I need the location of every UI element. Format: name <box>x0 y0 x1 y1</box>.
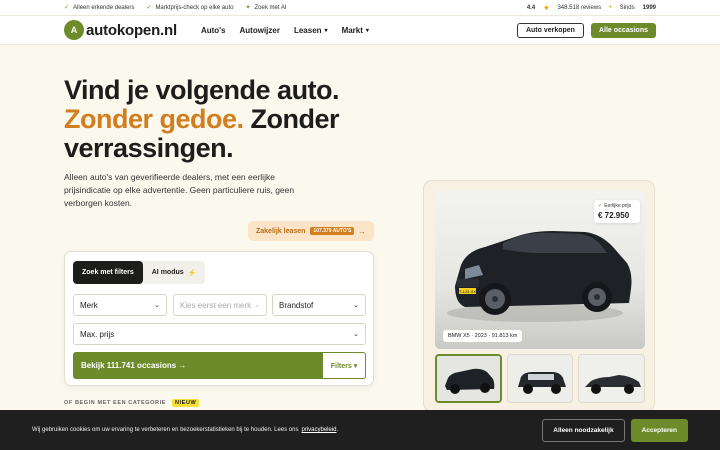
rating-value: 4.4 <box>526 4 536 11</box>
chevron-down-icon: ⌄ <box>154 302 160 309</box>
hero-title: Vind je volgende auto. Zonder gedoe. Zon… <box>64 75 340 163</box>
chevron-down-icon: ▾ <box>324 27 328 34</box>
check-icon: ✓ <box>146 5 152 11</box>
star-icon: ★ <box>543 4 550 12</box>
car-caption: BMW X5 · 2023 · 91.813 km <box>443 330 523 342</box>
usp-item: ✦ Zoek met AI <box>245 4 287 12</box>
usp-item: ✓ Marktprijs-check op elke auto <box>146 4 234 12</box>
cookie-text: Wij gebruiken cookies om uw ervaring te … <box>32 427 299 433</box>
filters-button[interactable]: Filters ▾ <box>322 352 366 379</box>
brand-select[interactable]: Merk ⌄ <box>73 294 167 316</box>
featured-car-card: T-123-XX ✓ Eerlijke prijs € 72.950 BMW X5… <box>423 180 655 412</box>
check-icon: ✓ <box>64 5 70 11</box>
logo-text: autokopen.nl <box>86 21 177 39</box>
main-nav: Auto's Autowijzer Leasen ▾ Markt ▾ <box>201 26 369 35</box>
tab-ai-mode[interactable]: AI modus ⚡ <box>143 261 206 284</box>
search-mode-tabs: Zoek met filters AI modus ⚡ <box>73 261 206 284</box>
main-header: A autokopen.nl Auto's Autowijzer Leasen ▾… <box>0 16 720 45</box>
search-card: Zoek met filters AI modus ⚡ Merk ⌄ Kies ee… <box>64 251 374 386</box>
accept-cookies-button[interactable]: Accepteren <box>630 418 688 442</box>
check-icon: ✓ <box>598 203 603 209</box>
thumbnail-mini[interactable] <box>506 354 574 403</box>
arrow-right-icon: → <box>358 226 366 236</box>
nav-item-autowijzer[interactable]: Autowijzer <box>240 26 280 35</box>
thumbnail-image <box>507 355 573 402</box>
rating-summary: 4.4 ★ 348.518 reviews • Sinds 1999 <box>527 4 656 12</box>
hero-subtitle: Alleen auto's van geverifieerde dealers,… <box>64 172 295 208</box>
nav-item-markt[interactable]: Markt ▾ <box>342 26 369 35</box>
sell-car-button[interactable]: Auto verkopen <box>516 22 584 38</box>
fair-price-badge: ✓ Eerlijke prijs € 72.950 <box>594 200 640 223</box>
thumbnail-bmw-x5[interactable] <box>435 354 502 403</box>
new-badge: NIEUW <box>171 399 200 407</box>
max-price-select[interactable]: Max. prijs ⌄ <box>73 323 366 345</box>
top-info-bar: ✓ Alleen erkende dealers ✓ Marktprijs-chec… <box>0 0 720 16</box>
chevron-down-icon: ▾ <box>365 27 369 34</box>
usp-item: ✓ Alleen erkende dealers <box>64 4 135 12</box>
nav-item-leasen[interactable]: Leasen ▾ <box>294 26 328 35</box>
privacy-policy-link[interactable]: privacybeleid <box>301 427 336 433</box>
thumbnail-roadster[interactable] <box>578 354 645 403</box>
review-count: 348.518 reviews <box>557 4 602 11</box>
chevron-down-icon: ⌄ <box>353 302 359 309</box>
lease-count-badge: 107.379 AUTO'S <box>310 227 355 235</box>
dot-icon: • <box>609 4 612 11</box>
chevron-down-icon: ⌄ <box>254 302 260 309</box>
nav-item-autos[interactable]: Auto's <box>201 26 226 35</box>
model-select[interactable]: Kies eerst een merk ⌄ <box>173 294 267 316</box>
sparkle-icon: ✦ <box>245 5 251 11</box>
hero-accent: Zonder gedoe. <box>64 104 244 134</box>
car-thumbnails <box>435 354 645 403</box>
tab-filters[interactable]: Zoek met filters <box>73 261 143 284</box>
search-actions: Bekijk 111.741 occasions → Filters ▾ <box>73 352 366 379</box>
cookie-banner: Wij gebruiken cookies om uw ervaring te … <box>0 410 720 450</box>
business-lease-link[interactable]: Zakelijk leasen 107.379 AUTO'S → <box>248 221 374 241</box>
thumbnail-image <box>437 356 500 401</box>
fuel-select[interactable]: Brandstof ⌄ <box>272 294 366 316</box>
all-occasions-button[interactable]: Alle occasions <box>590 22 656 38</box>
magic-wand-icon: ⚡ <box>187 269 197 277</box>
car-main-image[interactable]: T-123-XX ✓ Eerlijke prijs € 72.950 BMW X5… <box>435 191 645 349</box>
thumbnail-image <box>579 355 644 402</box>
since-label: Sinds <box>619 4 635 11</box>
since-year: 1999 <box>642 4 656 11</box>
header-actions: Auto verkopen Alle occasions <box>516 22 656 38</box>
necessary-only-button[interactable]: Alleen noodzakelijk <box>542 418 625 442</box>
logo-mark: A <box>64 20 84 40</box>
chevron-down-icon: ⌄ <box>353 331 359 338</box>
license-plate: T-123-XX <box>459 289 476 294</box>
view-occasions-button[interactable]: Bekijk 111.741 occasions → <box>73 352 322 379</box>
cookie-actions: Alleen noodzakelijk Accepteren <box>542 418 688 442</box>
category-heading: OF BEGIN MET EEN CATEGORIE NIEUW <box>64 399 200 407</box>
car-price: € 72.950 <box>598 211 630 220</box>
logo[interactable]: A autokopen.nl <box>64 20 177 40</box>
